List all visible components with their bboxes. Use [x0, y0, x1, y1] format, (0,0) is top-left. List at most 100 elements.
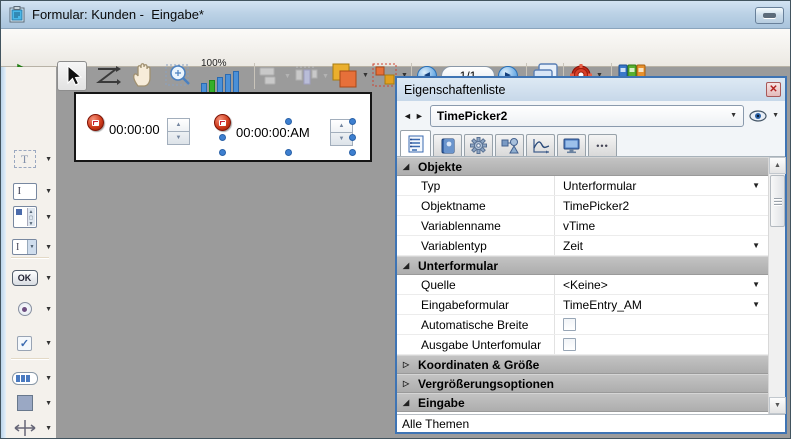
overlap-indicator-icon: [87, 114, 104, 131]
close-icon[interactable]: ✕: [766, 82, 781, 97]
timepicker2-value[interactable]: 00:00:00:AM: [236, 125, 310, 140]
sidebar-item-splitter[interactable]: ▼: [10, 414, 52, 439]
selection-handle[interactable]: [285, 118, 292, 125]
property-row-automatische-breite[interactable]: Automatische Breite: [397, 315, 768, 335]
property-label: Variablenname: [397, 216, 555, 235]
object-selector-row: ◄► TimePicker2 ▼ ▼: [397, 101, 785, 130]
checkbox-unchecked[interactable]: [563, 338, 576, 351]
dropdown-arrow-icon[interactable]: ▼: [752, 300, 760, 309]
select-tool-button[interactable]: [57, 61, 87, 91]
selection-handle[interactable]: [219, 134, 226, 141]
tab-more[interactable]: •••: [588, 134, 617, 156]
property-label: Objektname: [397, 196, 555, 215]
panel-status-bar: Alle Themen: [397, 414, 785, 432]
property-value-field[interactable]: vTime: [555, 216, 768, 235]
scroll-down-icon[interactable]: ▼: [769, 397, 786, 414]
form-canvas[interactable]: 00:00:00 ▲▼ 00:00:00:AM ▲▼: [74, 92, 372, 162]
property-row-variablentyp[interactable]: Variablentyp Zeit ▼: [397, 236, 768, 256]
minimize-button[interactable]: [755, 7, 784, 24]
curve-icon: [532, 138, 550, 154]
dropdown-caret-icon[interactable]: ▼: [45, 340, 52, 347]
visibility-menu[interactable]: ▼: [749, 110, 779, 122]
property-row-ausgabe-unterformular[interactable]: Ausgabe Unterfomular: [397, 335, 768, 355]
section-title: Unterformular: [418, 259, 498, 273]
sidebar-item-toolbar-control[interactable]: ▼: [10, 364, 52, 392]
property-row-typ[interactable]: Typ Unterformular ▼: [397, 176, 768, 196]
object-selector-combo[interactable]: TimePicker2 ▼: [430, 105, 744, 127]
sidebar-item-panel[interactable]: ▼: [10, 389, 52, 417]
zoom-region-button[interactable]: [165, 62, 193, 88]
next-object-icon[interactable]: ►: [415, 111, 425, 121]
pan-hand-icon: [130, 62, 156, 88]
dropdown-caret-icon[interactable]: ▼: [45, 400, 52, 407]
property-row-variablenname[interactable]: Variablenname vTime: [397, 216, 768, 236]
property-grid: ◢ Objekte Typ Unterformular ▼ Objektname…: [397, 157, 785, 414]
sidebar-item-edit-field[interactable]: I ▼: [10, 177, 52, 205]
property-value-dropdown[interactable]: Zeit ▼: [555, 236, 768, 255]
selection-handle[interactable]: [349, 134, 356, 141]
scrollbar-thumb[interactable]: [770, 175, 785, 227]
scroll-up-icon[interactable]: ▲: [769, 157, 786, 174]
dropdown-caret-icon[interactable]: ▼: [45, 156, 52, 163]
property-value-dropdown[interactable]: TimeEntry_AM ▼: [555, 295, 768, 314]
section-header-koordinaten[interactable]: ▷ Koordinaten & Größe: [397, 355, 768, 374]
sidebar-item-checkbox[interactable]: ✓ ▼: [10, 329, 52, 357]
dropdown-caret-icon[interactable]: ▼: [45, 425, 52, 432]
property-value-dropdown[interactable]: <Keine> ▼: [555, 275, 768, 294]
palette-separator: [11, 358, 49, 359]
timepicker1-spinner[interactable]: ▲▼: [167, 118, 190, 145]
expander-expanded-icon[interactable]: ◢: [403, 261, 412, 270]
tab-display[interactable]: [557, 134, 586, 156]
tab-properties[interactable]: [400, 130, 431, 156]
property-row-quelle[interactable]: Quelle <Keine> ▼: [397, 275, 768, 295]
select-arrow-icon: [62, 65, 82, 87]
checkbox-unchecked[interactable]: [563, 318, 576, 331]
vertical-scrollbar[interactable]: ▲ ▼: [768, 157, 785, 414]
pan-tool-button[interactable]: [130, 62, 156, 88]
property-value-field[interactable]: TimePicker2: [555, 196, 768, 215]
expander-collapsed-icon[interactable]: ▷: [403, 360, 412, 369]
expander-expanded-icon[interactable]: ◢: [403, 162, 412, 171]
property-value-dropdown[interactable]: Unterformular ▼: [555, 176, 768, 195]
dropdown-caret-icon[interactable]: ▼: [45, 275, 52, 282]
order-button[interactable]: ▼: [331, 62, 369, 89]
section-header-unterformular[interactable]: ◢ Unterformular: [397, 256, 768, 275]
sidebar-item-listbox[interactable]: ▲▢▼ ▼: [10, 203, 52, 231]
tab-scaling[interactable]: [526, 134, 555, 156]
dropdown-arrow-icon[interactable]: ▼: [752, 241, 760, 250]
property-row-eingabeformular[interactable]: Eingabeformular TimeEntry_AM ▼: [397, 295, 768, 315]
dropdown-caret-icon[interactable]: ▼: [45, 214, 52, 221]
property-row-objektname[interactable]: Objektname TimePicker2: [397, 196, 768, 216]
expander-collapsed-icon[interactable]: ▷: [403, 379, 412, 388]
sidebar-item-pushbutton[interactable]: OK ▼: [10, 264, 52, 292]
dropdown-caret-icon[interactable]: ▼: [45, 188, 52, 195]
property-value-checkbox: [555, 335, 768, 354]
selection-handle[interactable]: [219, 149, 226, 156]
section-header-eingabe[interactable]: ◢ Eingabe: [397, 393, 768, 412]
dropdown-caret-icon[interactable]: ▼: [45, 375, 52, 382]
tab-order-button[interactable]: [95, 65, 121, 87]
selection-handle[interactable]: [349, 118, 356, 125]
tab-layout[interactable]: [495, 134, 524, 156]
dropdown-arrow-icon[interactable]: ▼: [752, 181, 760, 190]
tab-data[interactable]: [433, 134, 462, 156]
dropdown-arrow-icon[interactable]: ▼: [752, 280, 760, 289]
timepicker1-value[interactable]: 00:00:00: [109, 122, 160, 137]
title-bar[interactable]: Formular: Kunden - Eingabe*: [1, 1, 790, 29]
selected-object-name: TimePicker2: [437, 109, 727, 123]
section-header-vergroesserung[interactable]: ▷ Vergrößerungsoptionen: [397, 374, 768, 393]
dropdown-caret-icon[interactable]: ▼: [45, 306, 52, 313]
sidebar-item-radiobutton[interactable]: ▼: [10, 295, 52, 323]
monitor-icon: [563, 138, 580, 154]
panel-header[interactable]: Eigenschaftenliste ✕: [397, 78, 785, 101]
status-text: Alle Themen: [402, 417, 469, 431]
selection-handle[interactable]: [349, 149, 356, 156]
tab-settings[interactable]: [464, 134, 493, 156]
prev-object-icon[interactable]: ◄: [403, 111, 413, 121]
selection-handle[interactable]: [285, 149, 292, 156]
property-value-text: Unterformular: [563, 179, 636, 193]
sidebar-item-static-text[interactable]: T ▼: [10, 145, 52, 173]
expander-expanded-icon[interactable]: ◢: [403, 398, 412, 407]
section-header-objekte[interactable]: ◢ Objekte: [397, 157, 768, 176]
dropdown-caret-icon[interactable]: ▼: [45, 244, 52, 251]
